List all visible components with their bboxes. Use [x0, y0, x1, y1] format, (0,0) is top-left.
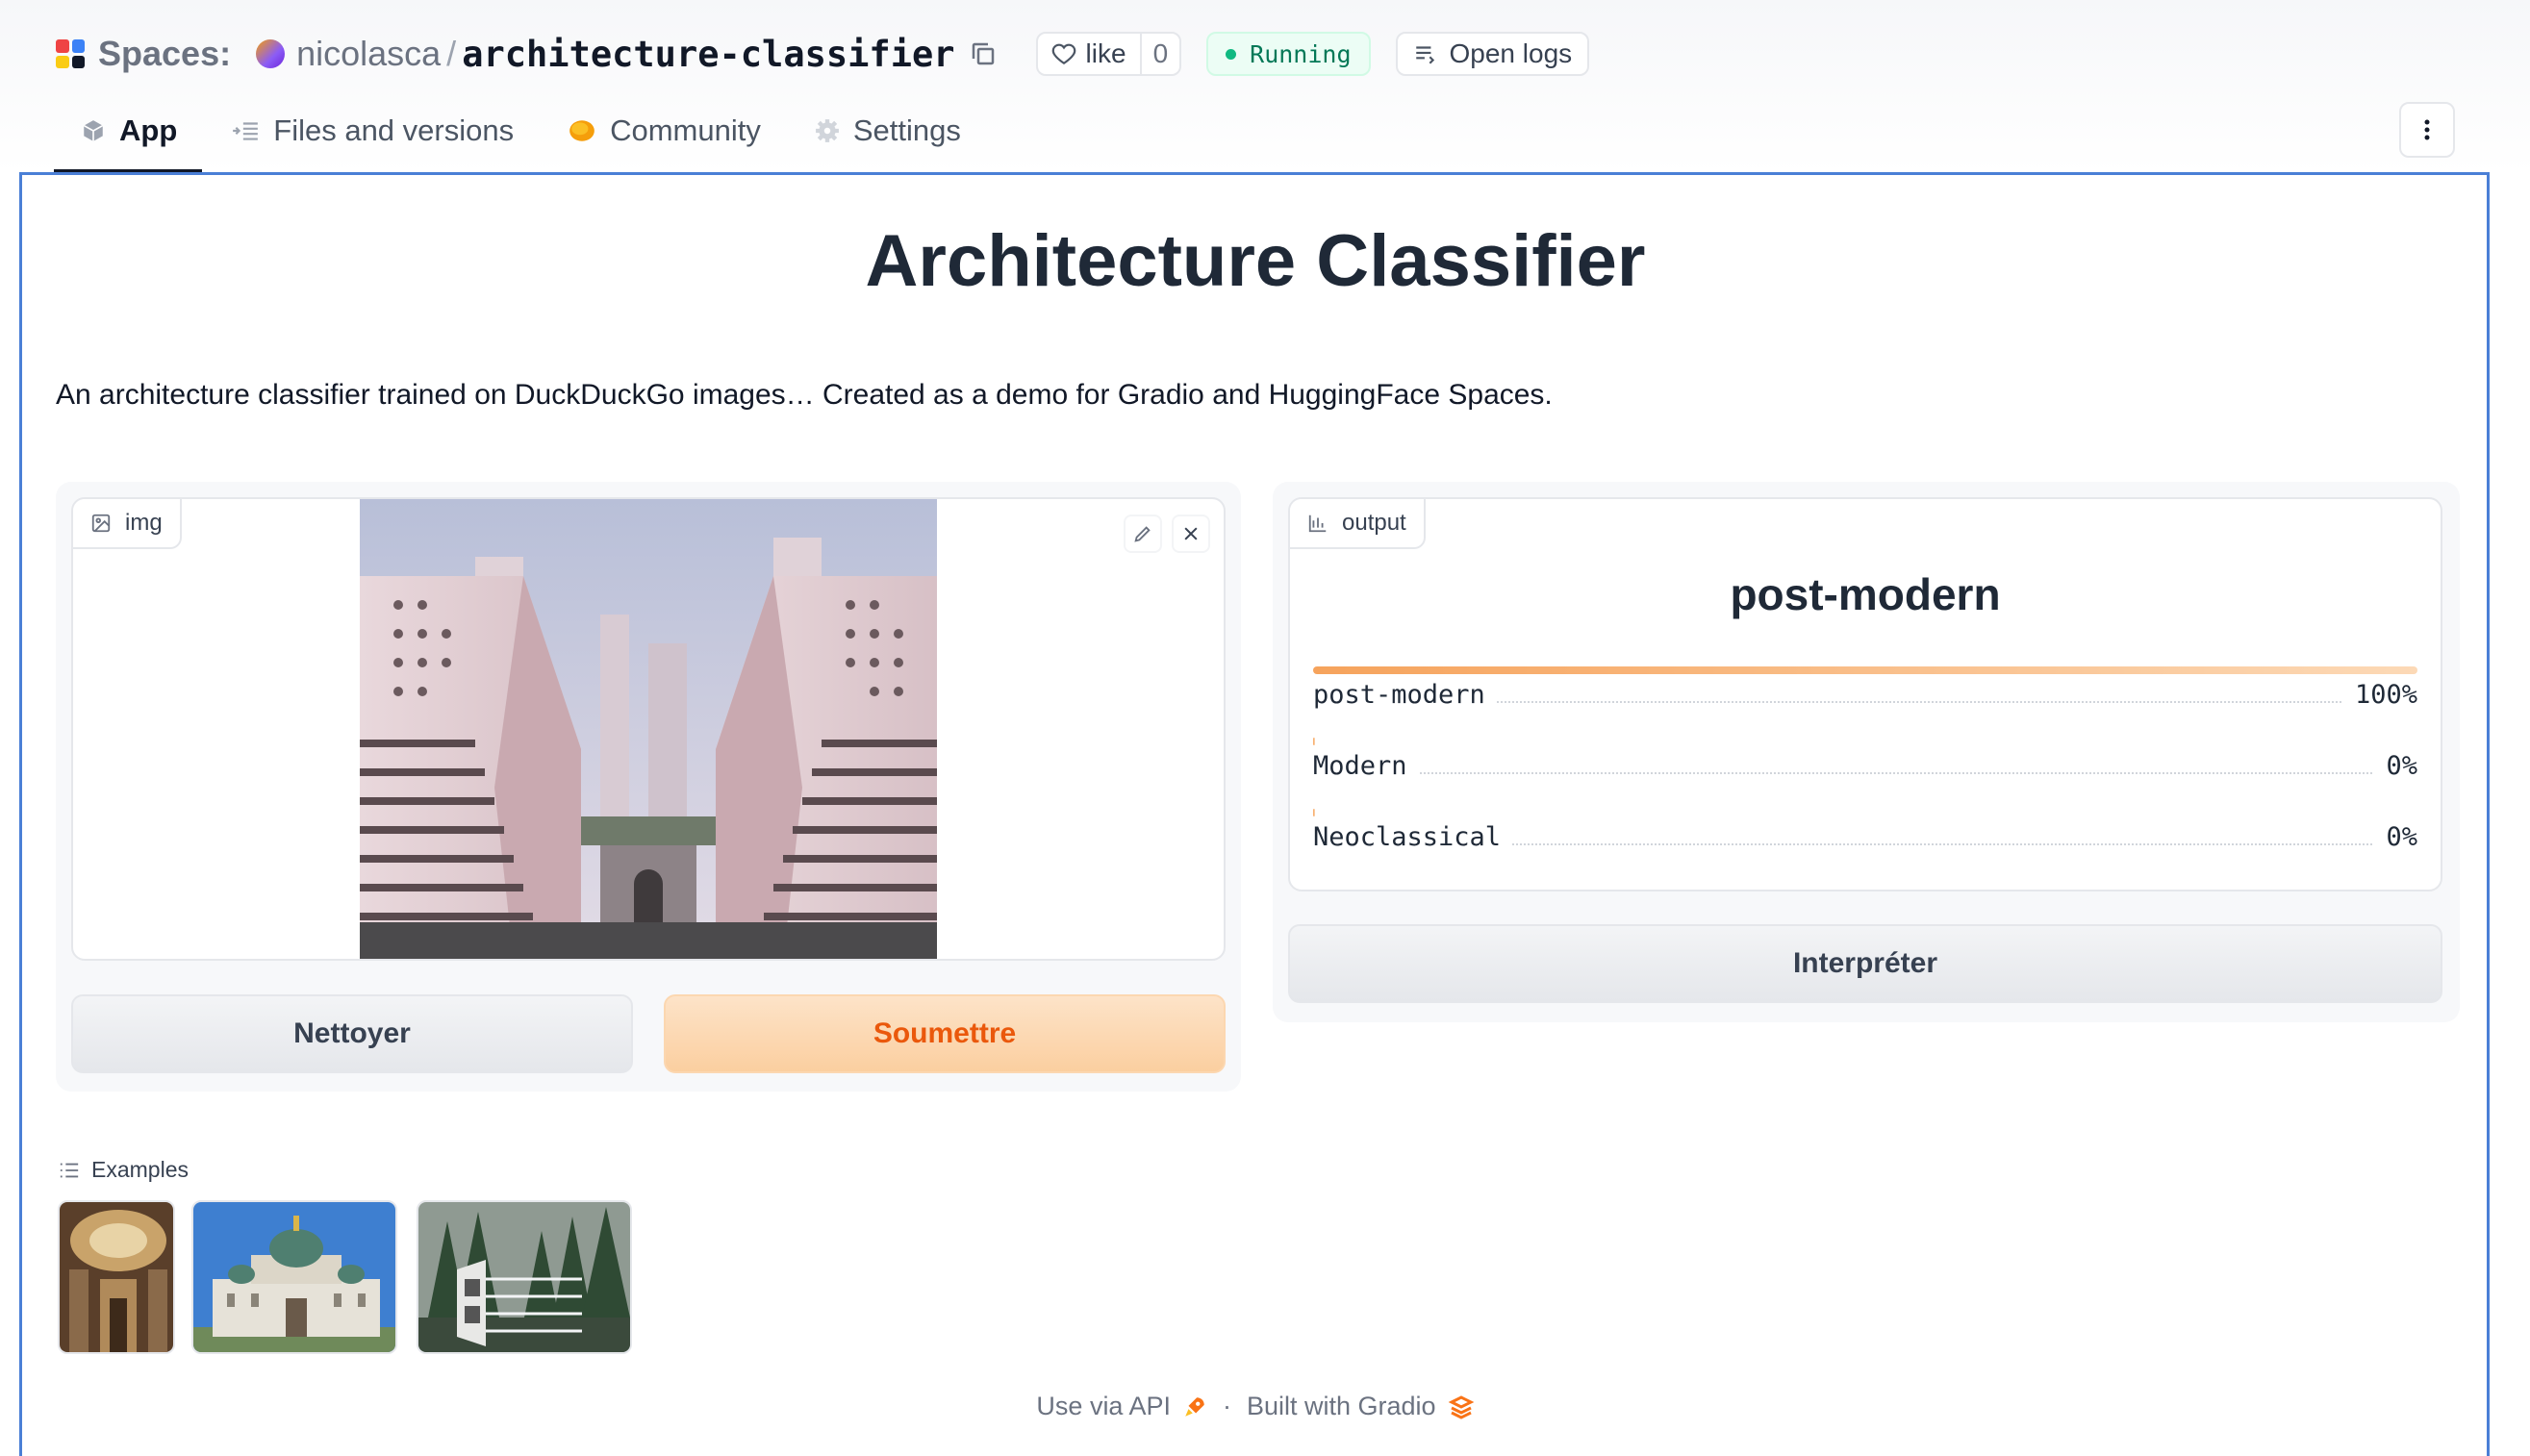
modern-forest-house-example[interactable]: [417, 1200, 632, 1354]
like-count: 0: [1152, 38, 1169, 68]
uploaded-image: [360, 499, 937, 959]
edit-image-button[interactable]: [1124, 515, 1162, 553]
confidence-value: 0%: [2374, 822, 2417, 852]
image-icon: [91, 514, 111, 533]
path-separator: /: [446, 34, 457, 73]
built-with-gradio-link[interactable]: Built with Gradio: [1247, 1392, 1436, 1421]
app-description: An architecture classifier trained on Du…: [56, 379, 1553, 411]
like-label: like: [1085, 38, 1126, 68]
submit-button[interactable]: Soumettre: [664, 994, 1226, 1073]
open-logs-label: Open logs: [1449, 38, 1573, 68]
kebab-icon: [2424, 119, 2430, 140]
tab-files[interactable]: Files and versions: [204, 104, 541, 158]
examples-label: Examples: [91, 1157, 189, 1182]
confidence-row[interactable]: Neoclassical 0%: [1313, 809, 2417, 852]
image-input-label: img: [125, 510, 163, 536]
confidence-label: Modern: [1313, 751, 1419, 781]
close-icon: [1184, 527, 1198, 540]
confidence-label: post-modern: [1313, 680, 1497, 710]
list-icon: [60, 1163, 79, 1177]
confidence-bar: [1313, 809, 1316, 816]
confidence-bar: [1313, 738, 1316, 745]
examples-header: Examples: [59, 1157, 189, 1183]
cube-icon: [83, 120, 104, 141]
image-input-label-tag: img: [73, 499, 182, 549]
files-icon: [233, 122, 259, 140]
app-title: Architecture Classifier: [865, 220, 1646, 302]
spaces-label[interactable]: Spaces:: [98, 34, 231, 74]
repo-name[interactable]: architecture-classifier: [462, 34, 954, 75]
owner-link[interactable]: nicolasca: [296, 34, 441, 74]
community-icon: [569, 120, 595, 141]
confidence-bar: [1313, 666, 2417, 674]
copy-icon[interactable]: [969, 39, 998, 68]
logs-icon: [1415, 46, 1434, 64]
remove-image-button[interactable]: [1172, 515, 1210, 553]
status-badge[interactable]: Running: [1206, 32, 1371, 76]
more-options-button[interactable]: [2399, 102, 2455, 158]
like-button[interactable]: like 0: [1035, 32, 1182, 76]
gear-icon: [815, 119, 839, 142]
confidence-row[interactable]: post-modern 100%: [1313, 666, 2417, 710]
output-label: output: [1342, 510, 1406, 536]
space-tabs: App Files and versions Community Setting…: [54, 104, 988, 173]
tab-app-label: App: [119, 113, 178, 147]
tab-settings[interactable]: Settings: [788, 104, 988, 158]
confidence-label: Neoclassical: [1313, 822, 1513, 852]
app-footer: Use via API · Built with Gradio: [22, 1392, 2489, 1421]
tab-files-label: Files and versions: [273, 113, 515, 147]
open-logs-button[interactable]: Open logs: [1395, 32, 1590, 76]
tab-settings-label: Settings: [852, 113, 961, 147]
tab-community-label: Community: [610, 113, 761, 147]
interpret-button[interactable]: Interpréter: [1288, 924, 2442, 1003]
status-label: Running: [1250, 39, 1352, 68]
space-header: Spaces: nicolasca / architecture-classif…: [0, 0, 2530, 173]
label-icon: [1308, 515, 1327, 533]
tab-community[interactable]: Community: [541, 104, 788, 158]
confidence-value: 0%: [2374, 751, 2417, 781]
confidence-value: 100%: [2342, 680, 2417, 710]
pencil-icon: [1134, 526, 1151, 542]
spaces-logo-icon: [56, 39, 85, 68]
tab-app[interactable]: App: [54, 104, 204, 158]
rocket-icon: [1185, 1396, 1204, 1417]
heart-icon: [1051, 43, 1075, 65]
label-output: output post-modern post-modern 100% Mode…: [1288, 497, 2442, 891]
confidence-row[interactable]: Modern 0%: [1313, 738, 2417, 781]
baroque-interior-example[interactable]: [58, 1200, 175, 1354]
owner-avatar: [256, 39, 286, 68]
dotted-leader: [1313, 772, 2417, 774]
space-title-row: Spaces: nicolasca / architecture-classif…: [56, 29, 1590, 79]
image-toolbar: [1124, 515, 1210, 553]
use-via-api-link[interactable]: Use via API: [1036, 1392, 1171, 1421]
clear-button[interactable]: Nettoyer: [71, 994, 633, 1073]
gradio-app: Architecture Classifier An architecture …: [19, 172, 2490, 1456]
footer-separator: ·: [1222, 1392, 1231, 1420]
orthodox-cathedral-example[interactable]: [191, 1200, 397, 1354]
predicted-label: post-modern: [1730, 569, 2001, 619]
gradio-logo-icon: [1448, 1394, 1474, 1419]
output-label-tag: output: [1290, 499, 1426, 549]
image-input[interactable]: img: [71, 497, 1226, 961]
input-panel: img Nettoyer Soumettre: [56, 482, 1241, 1092]
output-panel: output post-modern post-modern 100% Mode…: [1273, 482, 2460, 1022]
status-dot-icon: [1226, 48, 1237, 60]
